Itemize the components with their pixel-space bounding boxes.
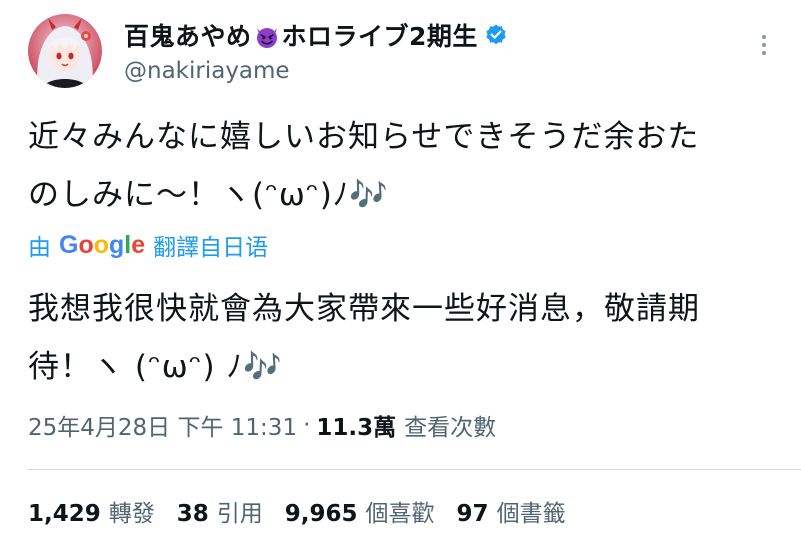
more-options-icon[interactable] [754,30,774,60]
google-logo-letter: g [109,230,125,259]
tweet-text-line: 近々みんなに嬉しいお知らせできそうだ余おた [28,119,700,155]
display-name[interactable]: 百鬼あやめ ホロライブ2期生 [124,17,478,53]
google-logo: Google [59,231,145,260]
display-name-row[interactable]: 百鬼あやめ ホロライブ2期生 [124,16,508,54]
stat-count: 97 [456,501,489,527]
stat-label: 引用 [216,501,263,527]
engagement-stats: 1,429 轉發 38 引用 9,965 個喜歡 97 個書籤 [28,494,588,528]
display-name-part1: 百鬼あやめ [124,22,252,51]
google-logo-letter: e [131,230,146,259]
more-dot [762,43,766,47]
user-handle[interactable]: @nakiriayame [124,58,290,84]
verified-badge-icon [484,23,508,47]
quotes-stat[interactable]: 38 引用 [177,494,263,528]
retweets-stat[interactable]: 1,429 轉發 [28,494,155,528]
tweet-header: 百鬼あやめ ホロライブ2期生 @nakiriayame [28,12,788,92]
tweet-text: 近々みんなに嬉しいお知らせできそうだ余おた のしみに〜！ヽ(ᵔωᵔ)ﾉ🎶 [28,108,788,224]
stat-label: 轉發 [108,501,155,527]
stat-count: 9,965 [284,501,358,527]
views-label: 查看次數 [404,415,497,441]
google-logo-letter: G [59,230,79,259]
stat-label: 個喜歡 [365,501,435,527]
stat-count: 38 [176,501,209,527]
tweet-text-line: のしみに〜！ヽ(ᵔωᵔ)ﾉ🎶 [28,177,389,213]
smiling-devil-icon [253,22,281,50]
likes-stat[interactable]: 9,965 個喜歡 [285,494,435,528]
translation-prefix: 由 [28,235,51,261]
meta-separator: · [303,412,311,438]
translation-suffix: 翻譯自日语 [153,235,269,261]
views-count: 11.3萬 [316,415,397,441]
translation-attribution[interactable]: 由 Google 翻譯自日语 [28,228,268,262]
bookmarks-stat[interactable]: 97 個書籤 [457,494,566,528]
avatar[interactable] [28,14,102,88]
display-name-part2: ホロライブ2期生 [281,22,478,51]
timestamp[interactable]: 25年4月28日 下午 11:31 [28,408,297,442]
stat-label: 個書籤 [496,501,566,527]
translated-text-line: 我想我很快就會為大家帶來一些好消息，敬請期 [28,291,700,327]
google-logo-letter: o [78,230,94,259]
google-logo-letter: o [93,230,110,259]
stat-count: 1,429 [28,501,101,527]
translated-text: 我想我很快就會為大家帶來一些好消息，敬請期 待！ヽ (ᵔωᵔ) ﾉ🎶 [28,280,788,396]
more-dot [762,51,766,55]
translated-text-line: 待！ヽ (ᵔωᵔ) ﾉ🎶 [28,349,283,385]
divider [28,469,801,470]
tweet-meta: 25年4月28日 下午 11:31 · 11.3萬 查看次數 [28,408,496,442]
more-dot [762,35,766,39]
